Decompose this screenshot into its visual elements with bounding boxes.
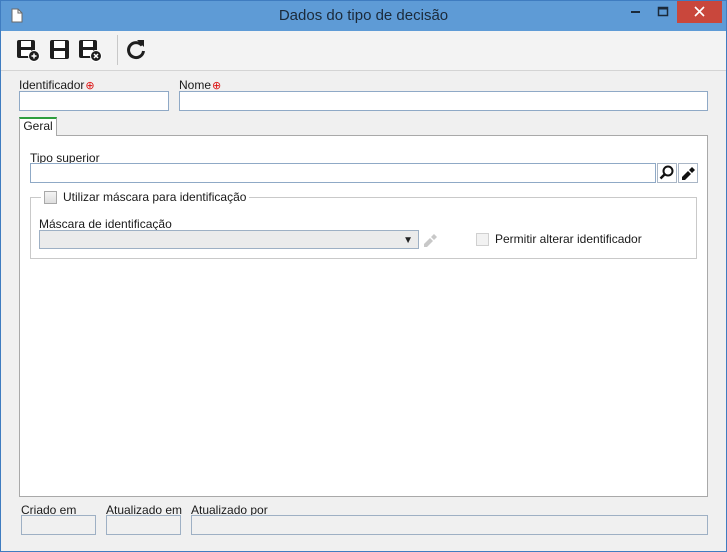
- permitir-alterar-checkbox[interactable]: [476, 232, 489, 246]
- nome-label-text: Nome: [179, 78, 212, 92]
- save-new-icon: [15, 40, 41, 66]
- eraser-icon: [679, 167, 697, 185]
- save-new-button[interactable]: [15, 37, 41, 63]
- nome-input[interactable]: [179, 91, 708, 111]
- mascara-edit-button: [421, 230, 439, 249]
- tab-geral[interactable]: Geral: [19, 117, 57, 136]
- save-icon: [47, 40, 73, 66]
- maximize-button[interactable]: [651, 1, 675, 23]
- criado-em-field: [21, 515, 96, 535]
- save-button[interactable]: [47, 37, 73, 63]
- atualizado-em-field: [106, 515, 181, 535]
- permitir-alterar-label: Permitir alterar identificador: [495, 232, 642, 246]
- maximize-icon: [651, 1, 675, 23]
- title-bar[interactable]: Dados do tipo de decisão: [1, 1, 726, 31]
- save-close-button[interactable]: [77, 37, 103, 63]
- minimize-button[interactable]: [623, 1, 647, 23]
- mascara-label: Máscara de identificação: [39, 217, 172, 231]
- close-button[interactable]: [677, 1, 722, 23]
- identificador-input[interactable]: [19, 91, 169, 111]
- tipo-superior-input[interactable]: [30, 163, 656, 183]
- toolbar-separator: [117, 35, 118, 65]
- identificador-label: Identificador⊕: [19, 78, 95, 92]
- usar-mascara-label: Utilizar máscara para identificação: [63, 190, 247, 204]
- minimize-icon: [623, 1, 647, 23]
- permitir-alterar-group: Permitir alterar identificador: [476, 232, 642, 246]
- atualizado-por-field: [191, 515, 708, 535]
- close-icon: [677, 1, 722, 23]
- nome-label: Nome⊕: [179, 78, 221, 92]
- dropdown-arrow-icon: ▼: [403, 235, 413, 246]
- usar-mascara-legend[interactable]: Utilizar máscara para identificação: [41, 189, 250, 205]
- save-close-icon: [77, 40, 103, 66]
- refresh-button[interactable]: [123, 37, 149, 63]
- refresh-icon: [123, 40, 149, 66]
- dialog-window: Dados do tipo de decisão Identificador⊕ …: [0, 0, 727, 552]
- clear-button[interactable]: [678, 163, 698, 183]
- usar-mascara-checkbox[interactable]: [44, 190, 57, 204]
- window-title: Dados do tipo de decisão: [278, 7, 449, 24]
- eraser-icon: [421, 234, 439, 252]
- search-button[interactable]: [657, 163, 677, 183]
- search-icon: [658, 165, 676, 185]
- mascara-select[interactable]: ▼: [39, 230, 419, 249]
- toolbar: [1, 31, 726, 71]
- identificador-label-text: Identificador: [19, 78, 85, 92]
